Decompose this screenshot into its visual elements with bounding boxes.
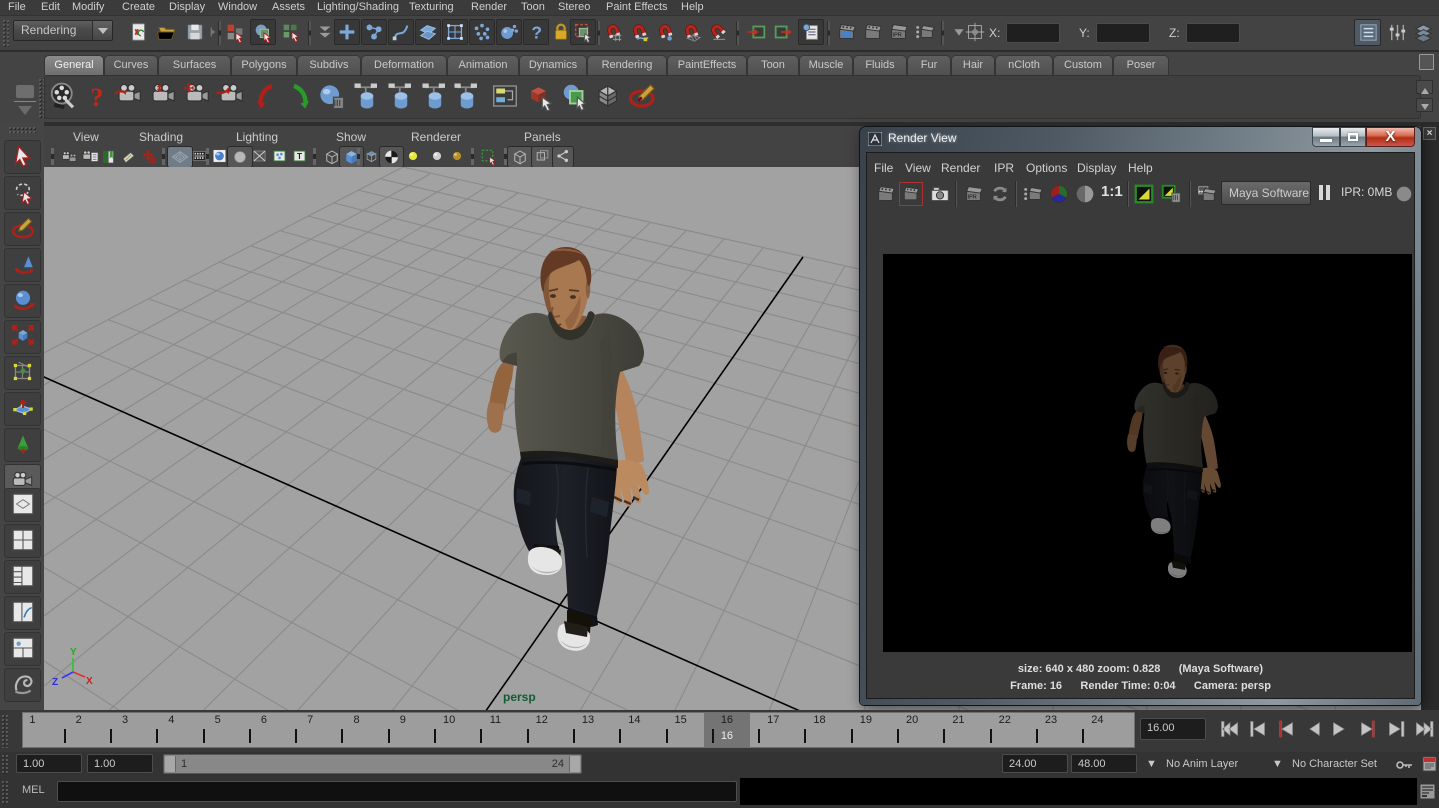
svg-text:?: ? [90,83,103,111]
svg-text:IPR: IPR [968,195,977,201]
svg-text:X: X [86,676,93,687]
svg-text:Z: Z [52,677,58,688]
svg-text:?: ? [531,22,542,42]
svg-text:IPR: IPR [893,33,902,39]
svg-text:persp: persp [503,690,536,704]
svg-text:Y: Y [70,647,77,658]
svg-text:T: T [297,152,302,161]
